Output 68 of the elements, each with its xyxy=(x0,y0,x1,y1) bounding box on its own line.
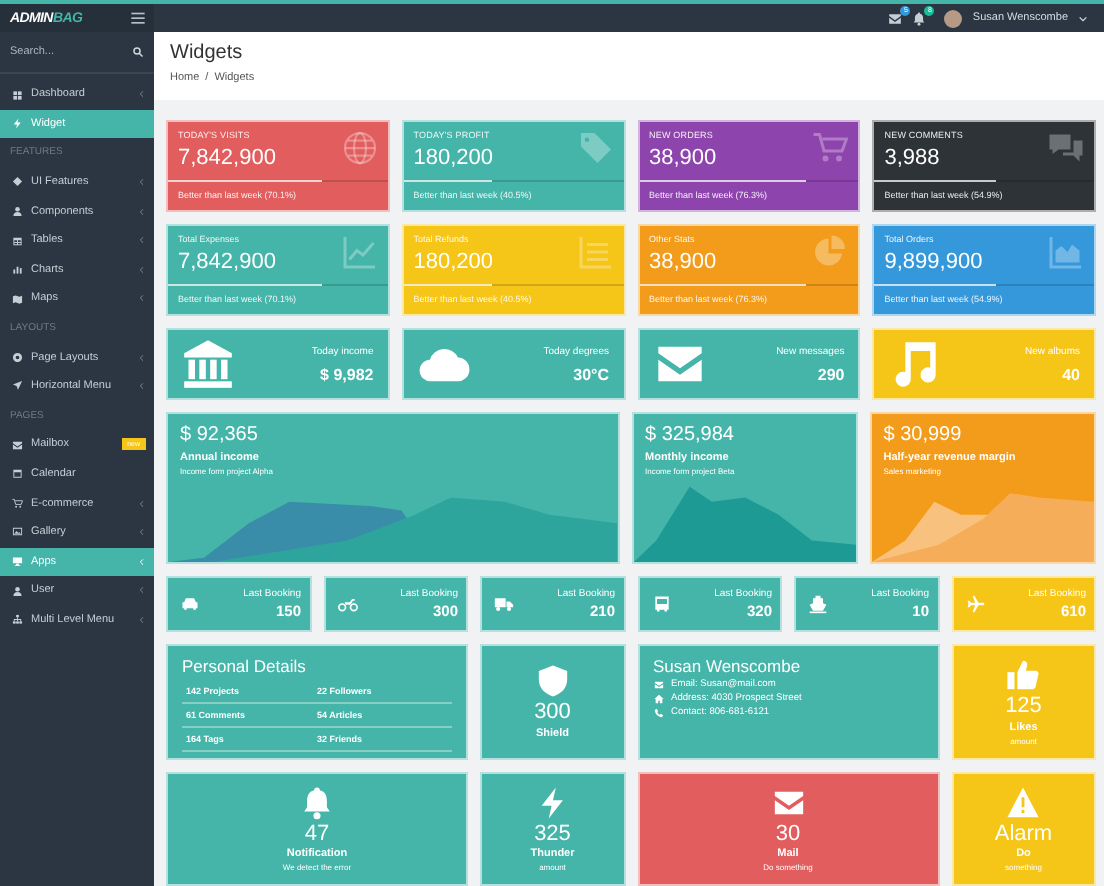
bell-icon xyxy=(300,785,334,820)
line-chart-icon xyxy=(341,234,378,270)
envelope-icon xyxy=(653,680,663,690)
calendar-icon xyxy=(12,468,23,480)
cart-icon xyxy=(12,497,23,509)
avatar[interactable] xyxy=(944,9,963,27)
phone-icon xyxy=(653,708,663,718)
stat-value: 180,200 xyxy=(413,250,494,274)
tile-value: 325 xyxy=(534,821,571,847)
stat-value: 38,900 xyxy=(649,146,717,170)
truck-icon xyxy=(494,594,514,614)
caret-icon[interactable] xyxy=(1078,13,1088,23)
sitemap-icon xyxy=(12,614,23,626)
user-icon xyxy=(12,205,23,217)
info-value: 30°C xyxy=(571,365,609,383)
tile-value: 47 xyxy=(304,821,330,847)
tile-value: 125 xyxy=(1005,694,1042,720)
income-value: $ 92,365 xyxy=(178,424,260,446)
monitor-icon xyxy=(12,556,23,568)
list-icon xyxy=(577,234,613,270)
stat-value: 38,900 xyxy=(649,250,717,274)
image-icon xyxy=(12,526,23,538)
bar-chart-icon xyxy=(12,264,23,276)
info-value: 290 xyxy=(815,365,845,383)
bell-icon[interactable] xyxy=(912,11,927,25)
income-value: $ 30,999 xyxy=(881,424,964,446)
lightning-icon xyxy=(12,118,23,130)
home-icon xyxy=(653,694,663,704)
send-icon xyxy=(12,380,23,392)
menu-icon[interactable] xyxy=(130,10,146,26)
envelope-icon[interactable] xyxy=(888,11,903,25)
page-title: Widgets xyxy=(170,42,245,64)
card-title: Personal Details xyxy=(182,656,308,676)
car-icon xyxy=(180,594,200,614)
search-icon[interactable] xyxy=(132,46,144,58)
tag-icon xyxy=(577,130,613,166)
tile-value: Alarm xyxy=(994,821,1053,847)
stat-value: 9,899,900 xyxy=(884,250,983,274)
warning-icon xyxy=(1006,785,1041,820)
income-value: $ 325,984 xyxy=(643,424,736,446)
contact-name: Susan Wenscombe xyxy=(653,656,803,676)
info-value: $ 9,982 xyxy=(318,365,374,383)
chat-icon xyxy=(1048,130,1084,166)
user-icon xyxy=(12,585,23,597)
motorcycle-icon xyxy=(337,594,357,614)
plane-icon xyxy=(965,594,985,614)
table-icon xyxy=(12,235,23,247)
info-value: 40 xyxy=(1060,365,1080,383)
diamond-icon xyxy=(12,176,23,188)
bank-icon xyxy=(182,338,234,390)
thumbs-up-icon xyxy=(1006,658,1041,693)
ship-icon xyxy=(808,594,828,614)
grid-icon xyxy=(12,89,23,101)
stat-value: 3,988 xyxy=(884,146,942,170)
stat-value: 7,842,900 xyxy=(178,250,276,274)
area-chart-icon xyxy=(1048,234,1084,270)
pie-chart-icon xyxy=(812,234,849,270)
cart-icon xyxy=(812,130,849,166)
tile-value: 300 xyxy=(534,700,571,726)
stat-value: 7,842,900 xyxy=(178,146,276,170)
globe-icon xyxy=(341,130,378,166)
shield-icon xyxy=(535,664,570,699)
envelope-icon xyxy=(12,439,23,451)
bus-icon xyxy=(651,594,671,614)
ring-icon xyxy=(12,351,23,363)
tile-value: 30 xyxy=(775,821,801,847)
map-icon xyxy=(12,293,23,305)
stat-value: 180,200 xyxy=(413,146,494,170)
